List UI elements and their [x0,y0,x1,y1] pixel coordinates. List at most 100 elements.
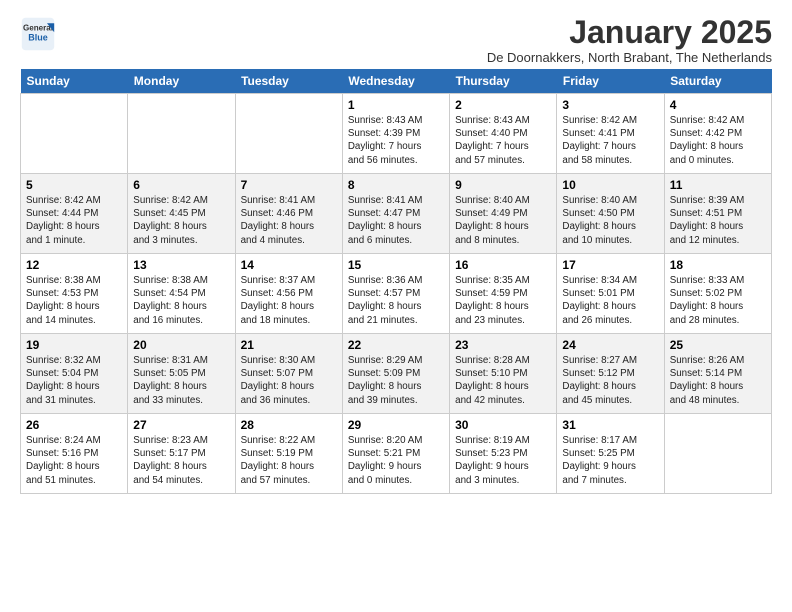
day-number: 13 [133,258,229,272]
week-row-0: 1 Sunrise: 8:43 AM Sunset: 4:39 PM Daylig… [21,94,772,174]
day-number: 4 [670,98,766,112]
calendar-cell: 16 Sunrise: 8:35 AM Sunset: 4:59 PM Dayli… [450,254,557,334]
logo-icon: General Blue [20,16,56,52]
calendar-cell: 23 Sunrise: 8:28 AM Sunset: 5:10 PM Dayli… [450,334,557,414]
day-info: Sunrise: 8:29 AM Sunset: 5:09 PM Dayligh… [348,354,444,407]
calendar-cell: 9Sunrise: 8:40 AM Sunset: 4:49 PM Daylig… [450,174,557,254]
day-info: Sunrise: 8:38 AM Sunset: 4:53 PM Dayligh… [26,274,122,327]
day-number: 30 [455,418,551,432]
calendar-cell: 3Sunrise: 8:42 AM Sunset: 4:41 PM Daylig… [557,94,664,174]
day-info: Sunrise: 8:24 AM Sunset: 5:16 PM Dayligh… [26,434,122,487]
calendar-cell: 27 Sunrise: 8:23 AM Sunset: 5:17 PM Dayli… [128,414,235,494]
day-number: 5 [26,178,122,192]
calendar-cell [128,94,235,174]
day-number: 27 [133,418,229,432]
day-number: 18 [670,258,766,272]
day-number: 29 [348,418,444,432]
day-info: Sunrise: 8:43 AM Sunset: 4:39 PM Dayligh… [348,114,444,167]
calendar-cell: 29 Sunrise: 8:20 AM Sunset: 5:21 PM Dayli… [342,414,449,494]
day-info: Sunrise: 8:35 AM Sunset: 4:59 PM Dayligh… [455,274,551,327]
calendar-cell: 13 Sunrise: 8:38 AM Sunset: 4:54 PM Dayli… [128,254,235,334]
svg-text:Blue: Blue [28,32,48,42]
calendar-cell: 7 Sunrise: 8:41 AM Sunset: 4:46 PM Daylig… [235,174,342,254]
day-number: 6 [133,178,229,192]
day-number: 28 [241,418,337,432]
calendar-cell: 30Sunrise: 8:19 AM Sunset: 5:23 PM Dayli… [450,414,557,494]
day-number: 12 [26,258,122,272]
day-number: 14 [241,258,337,272]
day-info: Sunrise: 8:28 AM Sunset: 5:10 PM Dayligh… [455,354,551,407]
calendar-cell: 6Sunrise: 8:42 AM Sunset: 4:45 PM Daylig… [128,174,235,254]
calendar-cell: 20 Sunrise: 8:31 AM Sunset: 5:05 PM Dayli… [128,334,235,414]
calendar-cell: 21 Sunrise: 8:30 AM Sunset: 5:07 PM Dayli… [235,334,342,414]
day-info: Sunrise: 8:20 AM Sunset: 5:21 PM Dayligh… [348,434,444,487]
day-info: Sunrise: 8:38 AM Sunset: 4:54 PM Dayligh… [133,274,229,327]
calendar-cell: 17Sunrise: 8:34 AM Sunset: 5:01 PM Dayli… [557,254,664,334]
day-number: 8 [348,178,444,192]
calendar-cell: 2 Sunrise: 8:43 AM Sunset: 4:40 PM Daylig… [450,94,557,174]
header-saturday: Saturday [664,69,771,94]
header-sunday: Sunday [21,69,128,94]
calendar-cell: 8Sunrise: 8:41 AM Sunset: 4:47 PM Daylig… [342,174,449,254]
header: General Blue January 2025 De Doornakkers… [20,16,772,65]
day-info: Sunrise: 8:31 AM Sunset: 5:05 PM Dayligh… [133,354,229,407]
calendar-cell: 5 Sunrise: 8:42 AM Sunset: 4:44 PM Daylig… [21,174,128,254]
day-info: Sunrise: 8:37 AM Sunset: 4:56 PM Dayligh… [241,274,337,327]
weekday-header-row: Sunday Monday Tuesday Wednesday Thursday… [21,69,772,94]
calendar-cell: 4 Sunrise: 8:42 AM Sunset: 4:42 PM Daylig… [664,94,771,174]
day-info: Sunrise: 8:36 AM Sunset: 4:57 PM Dayligh… [348,274,444,327]
calendar-table: Sunday Monday Tuesday Wednesday Thursday… [20,69,772,494]
calendar-title: January 2025 [487,16,772,48]
day-number: 17 [562,258,658,272]
day-info: Sunrise: 8:33 AM Sunset: 5:02 PM Dayligh… [670,274,766,327]
week-row-4: 26 Sunrise: 8:24 AM Sunset: 5:16 PM Dayli… [21,414,772,494]
day-info: Sunrise: 8:23 AM Sunset: 5:17 PM Dayligh… [133,434,229,487]
calendar-cell [235,94,342,174]
day-info: Sunrise: 8:32 AM Sunset: 5:04 PM Dayligh… [26,354,122,407]
day-number: 2 [455,98,551,112]
calendar-cell: 25Sunrise: 8:26 AM Sunset: 5:14 PM Dayli… [664,334,771,414]
calendar-cell: 14 Sunrise: 8:37 AM Sunset: 4:56 PM Dayli… [235,254,342,334]
calendar-cell: 10 Sunrise: 8:40 AM Sunset: 4:50 PM Dayli… [557,174,664,254]
day-info: Sunrise: 8:40 AM Sunset: 4:50 PM Dayligh… [562,194,658,247]
calendar-cell: 22Sunrise: 8:29 AM Sunset: 5:09 PM Dayli… [342,334,449,414]
calendar-cell: 26 Sunrise: 8:24 AM Sunset: 5:16 PM Dayli… [21,414,128,494]
day-info: Sunrise: 8:41 AM Sunset: 4:46 PM Dayligh… [241,194,337,247]
calendar-cell: 1 Sunrise: 8:43 AM Sunset: 4:39 PM Daylig… [342,94,449,174]
calendar-cell: 28Sunrise: 8:22 AM Sunset: 5:19 PM Dayli… [235,414,342,494]
calendar-body: 1 Sunrise: 8:43 AM Sunset: 4:39 PM Daylig… [21,94,772,494]
calendar-subtitle: De Doornakkers, North Brabant, The Nethe… [487,50,772,65]
day-info: Sunrise: 8:39 AM Sunset: 4:51 PM Dayligh… [670,194,766,247]
calendar-cell: 11 Sunrise: 8:39 AM Sunset: 4:51 PM Dayli… [664,174,771,254]
day-number: 20 [133,338,229,352]
header-monday: Monday [128,69,235,94]
week-row-2: 12 Sunrise: 8:38 AM Sunset: 4:53 PM Dayli… [21,254,772,334]
week-row-3: 19 Sunrise: 8:32 AM Sunset: 5:04 PM Dayli… [21,334,772,414]
day-info: Sunrise: 8:26 AM Sunset: 5:14 PM Dayligh… [670,354,766,407]
day-number: 24 [562,338,658,352]
page: General Blue January 2025 De Doornakkers… [0,0,792,504]
day-number: 31 [562,418,658,432]
day-info: Sunrise: 8:43 AM Sunset: 4:40 PM Dayligh… [455,114,551,167]
day-info: Sunrise: 8:30 AM Sunset: 5:07 PM Dayligh… [241,354,337,407]
day-info: Sunrise: 8:42 AM Sunset: 4:42 PM Dayligh… [670,114,766,167]
day-info: Sunrise: 8:42 AM Sunset: 4:44 PM Dayligh… [26,194,122,247]
day-info: Sunrise: 8:27 AM Sunset: 5:12 PM Dayligh… [562,354,658,407]
day-number: 7 [241,178,337,192]
day-number: 21 [241,338,337,352]
day-number: 11 [670,178,766,192]
day-info: Sunrise: 8:42 AM Sunset: 4:41 PM Dayligh… [562,114,658,167]
day-number: 19 [26,338,122,352]
header-thursday: Thursday [450,69,557,94]
calendar-cell: 12 Sunrise: 8:38 AM Sunset: 4:53 PM Dayli… [21,254,128,334]
day-number: 16 [455,258,551,272]
header-tuesday: Tuesday [235,69,342,94]
title-block: January 2025 De Doornakkers, North Braba… [487,16,772,65]
day-number: 26 [26,418,122,432]
day-number: 1 [348,98,444,112]
calendar-cell: 15Sunrise: 8:36 AM Sunset: 4:57 PM Dayli… [342,254,449,334]
day-number: 10 [562,178,658,192]
day-number: 23 [455,338,551,352]
logo: General Blue [20,16,56,52]
calendar-cell [664,414,771,494]
